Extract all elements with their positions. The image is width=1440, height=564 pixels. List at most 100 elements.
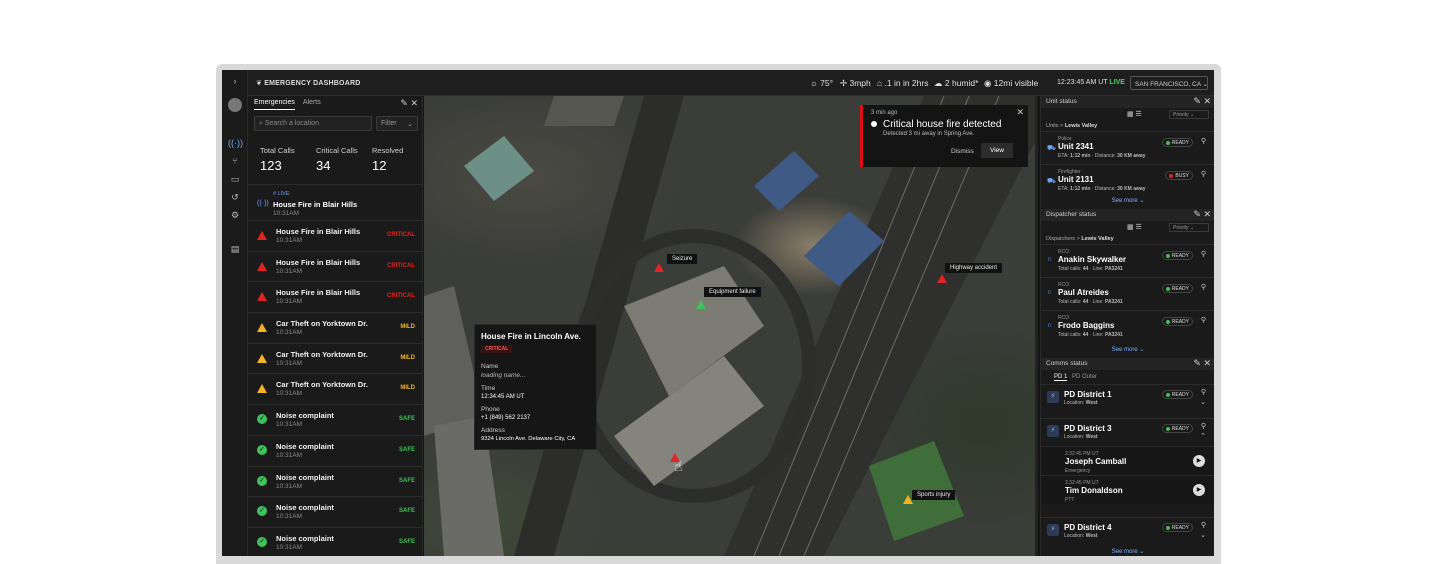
- seizure-marker[interactable]: [654, 262, 664, 272]
- network-icon[interactable]: ⑂: [228, 154, 242, 168]
- close-icon[interactable]: ✎ ✕: [1193, 358, 1211, 369]
- see-more-units[interactable]: See more ⌄: [1041, 197, 1214, 204]
- severity-symbol: [257, 230, 269, 242]
- unit-row[interactable]: ⛟ Firefighter Unit 2131 ETA: 1:12 min · …: [1041, 164, 1214, 197]
- police-car-icon: ⛟: [1047, 145, 1056, 152]
- history-icon[interactable]: ↺: [228, 190, 242, 204]
- pin-icon[interactable]: ⚲: [1201, 283, 1206, 291]
- clipboard-icon[interactable]: ▤: [228, 242, 242, 256]
- grid-view-icon[interactable]: ▦ ☰: [1127, 223, 1142, 231]
- incident-row[interactable]: House Fire in Blair Hills 10:31AM CRITICAL: [248, 250, 423, 282]
- close-icon[interactable]: ✎ ✕: [1193, 96, 1211, 107]
- status-badge: READY: [1161, 317, 1193, 326]
- dist-label: Distance:: [1094, 153, 1116, 159]
- avatar[interactable]: [228, 98, 242, 112]
- pin-icon[interactable]: ⚲: [1201, 316, 1206, 324]
- incident-time: 10:31AM: [276, 267, 303, 275]
- filter-select[interactable]: Filter ⌄: [376, 116, 418, 131]
- incident-row[interactable]: House Fire in Blair Hills 10:31AM CRITICAL: [248, 281, 423, 312]
- pin-icon[interactable]: ⚲: [1201, 422, 1206, 430]
- warning-triangle-icon: [257, 323, 267, 333]
- dispatcher-row[interactable]: ∩ RCO Anakin Skywalker Total calls: 44 ·…: [1041, 244, 1214, 277]
- incident-time: 10:31AM: [276, 359, 303, 367]
- live-incident[interactable]: # LIVE ((·)) House Fire in Blair Hills 1…: [248, 184, 423, 217]
- incident-row[interactable]: House Fire in Blair Hills 10:31AM CRITICAL: [248, 220, 423, 251]
- close-icon[interactable]: ✕: [410, 98, 418, 108]
- pin-icon[interactable]: ⚲: [1201, 170, 1206, 178]
- incident-row[interactable]: Car Theft on Yorktown Dr. 10:31AM MILD: [248, 342, 423, 374]
- chevron-down-icon[interactable]: ⌄: [1200, 531, 1206, 539]
- tab-emergencies[interactable]: Emergencies: [254, 99, 295, 110]
- tab-pd1[interactable]: PD 1: [1054, 374, 1068, 381]
- parking-lot: [624, 266, 764, 396]
- incident-row[interactable]: ✓ Noise complaint 10:31AM SAFE: [248, 465, 423, 497]
- dispatcher-row[interactable]: ∩ RCO Frodo Baggins Total calls: 44 · Li…: [1041, 310, 1214, 343]
- district-row[interactable]: ⚡ PD District 4 Location: West READY ⚲ ⌄: [1041, 517, 1214, 543]
- gear-icon[interactable]: ⚙: [228, 208, 242, 222]
- crumb-root[interactable]: Dispatchers: [1046, 236, 1075, 242]
- eta-value: 1:12 min: [1070, 153, 1091, 159]
- pin-icon[interactable]: ⚲: [1201, 521, 1206, 529]
- line-label: Line:: [1092, 299, 1104, 305]
- district-row[interactable]: ⚡ PD District 1 Location: West READY ⚲ ⌄: [1041, 384, 1214, 410]
- dismiss-button[interactable]: Dismiss: [951, 148, 974, 155]
- folder-icon[interactable]: ▭: [228, 172, 242, 186]
- tab-alerts[interactable]: Alerts: [303, 99, 321, 109]
- location-select[interactable]: SAN FRANCISCO, CA ⌄: [1130, 76, 1208, 90]
- close-icon[interactable]: ✎ ✕: [1193, 209, 1211, 220]
- phone-label: Phone: [481, 406, 500, 413]
- dispatcher-row[interactable]: ∩ RCO Paul Atreides Total calls: 44 · Li…: [1041, 277, 1214, 310]
- unit-row[interactable]: ⛟ Police Unit 2341 ETA: 1:12 min · Dista…: [1041, 131, 1214, 164]
- see-more-comms[interactable]: See more ⌄: [1041, 548, 1214, 555]
- lightning-icon: ⚡: [1047, 425, 1059, 437]
- temp-value: 75°: [820, 78, 834, 88]
- check-circle-icon: ✓: [257, 536, 267, 547]
- line-value: PA3241: [1104, 332, 1123, 338]
- see-more-dispatchers[interactable]: See more ⌄: [1041, 346, 1214, 353]
- play-icon[interactable]: ▶: [1193, 455, 1205, 467]
- equipment-marker[interactable]: [696, 299, 706, 309]
- crumb-root[interactable]: Units: [1046, 123, 1059, 129]
- pin-icon[interactable]: ⚲: [1201, 250, 1206, 258]
- severity-badge: SAFE: [398, 508, 415, 515]
- chevron-up-icon[interactable]: ⌃: [1200, 432, 1206, 440]
- call-type: Emergency: [1065, 468, 1091, 474]
- loc-value: West: [1085, 434, 1098, 440]
- incident-row[interactable]: Car Theft on Yorktown Dr. 10:31AM MILD: [248, 312, 423, 343]
- pin-icon[interactable]: ⚲: [1201, 388, 1206, 396]
- play-icon[interactable]: ▶: [1193, 484, 1205, 496]
- highway-marker[interactable]: [937, 273, 947, 283]
- check-circle-icon: ✓: [257, 444, 267, 455]
- sports-label: Sports injury: [912, 490, 956, 500]
- grid-view-icon[interactable]: ▦ ☰: [1127, 110, 1142, 118]
- search-input[interactable]: ⌕ Search a location: [254, 116, 372, 131]
- breadcrumb: Dispatchers > Lewis Valley: [1046, 236, 1114, 242]
- district-row[interactable]: ⚡ PD District 3 Location: West READY ⚲ ⌃: [1041, 418, 1214, 444]
- status-panel: Unit status ✎ ✕ ▦ ☰ Priority ⌄ Units > Le…: [1040, 96, 1214, 556]
- incident-row[interactable]: ✓ Noise complaint 10:31AM SAFE: [248, 434, 423, 466]
- headset-icon: ∩: [1047, 289, 1053, 296]
- chevron-down-icon[interactable]: ⌄: [1200, 398, 1206, 406]
- headset-icon: ∩: [1047, 322, 1053, 329]
- expand-icon[interactable]: ›: [228, 74, 242, 88]
- incident-row[interactable]: ✓ Noise complaint 10:31AM SAFE: [248, 526, 423, 556]
- warning-triangle-icon: [257, 292, 267, 302]
- call-row[interactable]: 2:32:45 PM UT Tim Donaldson PTT ▶: [1041, 475, 1214, 504]
- calls-value: 44: [1082, 332, 1089, 338]
- call-row[interactable]: 2:32:45 PM UT Joseph Camball Emergency ▶: [1041, 446, 1214, 475]
- incident-row[interactable]: ✓ Noise complaint 10:31AM SAFE: [248, 496, 423, 527]
- incident-row[interactable]: Car Theft on Yorktown Dr. 10:31AM MILD: [248, 373, 423, 404]
- view-button[interactable]: View: [981, 143, 1013, 158]
- district-name: PD District 4: [1064, 523, 1112, 532]
- broadcast-icon[interactable]: ((·)): [228, 136, 243, 150]
- close-icon[interactable]: ✕: [1016, 107, 1024, 118]
- pin-icon[interactable]: ⚲: [1201, 137, 1206, 145]
- sort-select[interactable]: Priority ⌄: [1169, 110, 1209, 119]
- sort-select[interactable]: Priority ⌄: [1169, 223, 1209, 232]
- fire-truck-icon: ⛟: [1047, 178, 1056, 185]
- stat-label: Total Calls: [260, 146, 295, 155]
- pin-icon[interactable]: ✎: [400, 98, 408, 108]
- tab-pd-outer[interactable]: PD Outer: [1072, 374, 1097, 380]
- loc-value: West: [1085, 400, 1098, 406]
- incident-row[interactable]: ✓ Noise complaint 10:31AM SAFE: [248, 404, 423, 435]
